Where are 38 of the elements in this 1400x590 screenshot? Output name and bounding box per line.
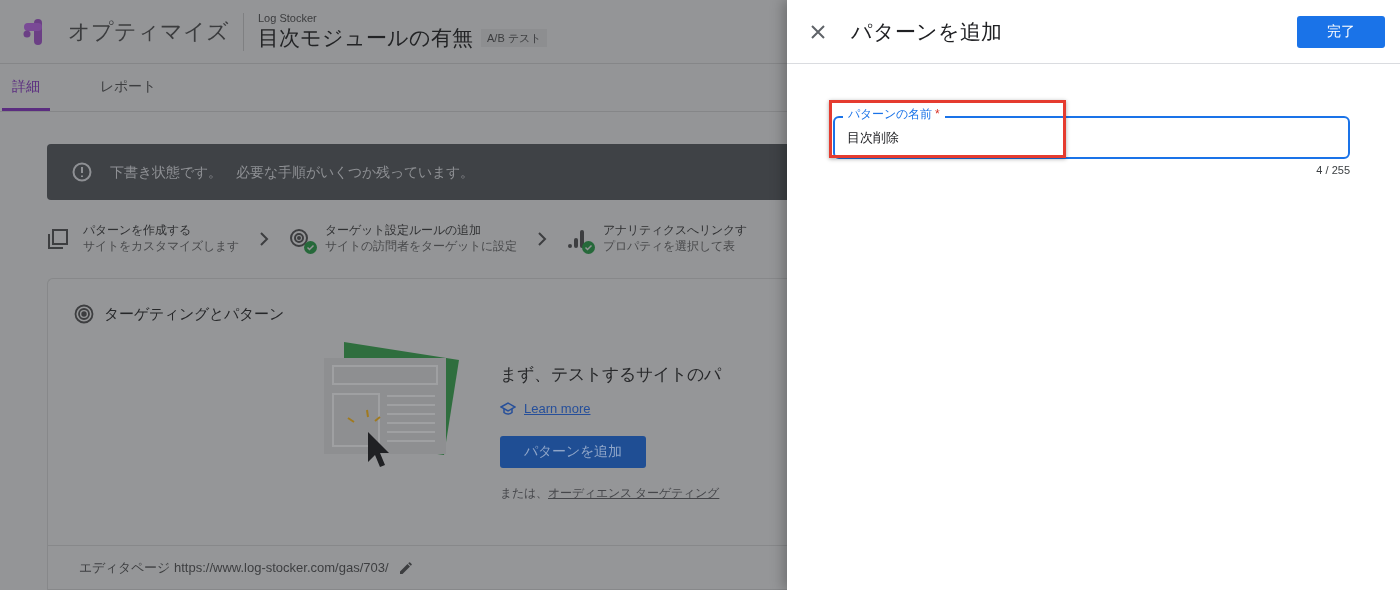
draft-message: 必要な手順がいくつか残っています。: [236, 162, 474, 182]
type-badge: A/B テスト: [481, 28, 547, 48]
pencil-icon[interactable]: [398, 560, 413, 575]
character-counter: 4 / 255: [1316, 163, 1350, 178]
step-subtitle: サイトの訪問者をターゲットに設定: [325, 238, 517, 255]
check-badge-icon: [582, 241, 595, 254]
alert-icon: [72, 162, 92, 182]
product-name: オプティマイズ: [68, 18, 229, 46]
card-heading: まず、テストするサイトのパ: [500, 363, 721, 386]
field-label: パターンの名前 *: [843, 107, 945, 121]
done-button[interactable]: 完了: [1297, 15, 1385, 48]
audience-targeting-link[interactable]: オーディエンス ターゲティング: [548, 483, 720, 502]
alternative-prefix: または、: [500, 484, 548, 502]
check-badge-icon: [304, 241, 317, 254]
step-title: パターンを作成する: [83, 223, 192, 238]
learn-more-link[interactable]: Learn more: [524, 399, 591, 419]
editor-page-url: https://www.log-stocker.com/gas/703/: [174, 558, 389, 577]
drawer-title: パターンを追加: [851, 18, 1002, 45]
add-pattern-button[interactable]: パターンを追加: [500, 435, 646, 468]
card-title: ターゲティングとパターン: [104, 304, 284, 324]
step-title: アナリティクスへリンクす: [603, 223, 747, 238]
target-icon: [289, 228, 311, 250]
target-icon: [74, 304, 94, 325]
close-icon[interactable]: [809, 22, 827, 41]
tab[interactable]: 詳細: [2, 64, 50, 111]
editor-page-label: エディタページ: [79, 558, 170, 577]
step-title: ターゲット設定ルールの追加: [325, 223, 482, 238]
chevron-right-icon: [537, 231, 547, 247]
experiment-title: 目次モジュールの有無: [258, 25, 473, 51]
draft-status: 下書き状態です。: [110, 162, 222, 182]
account-name: Log Stocker: [258, 12, 318, 25]
step-subtitle: プロパティを選択して表: [603, 238, 736, 255]
chevron-right-icon: [259, 231, 269, 247]
pages-icon: [47, 228, 69, 250]
graduation-cap-icon: [500, 401, 516, 416]
tab[interactable]: レポート: [90, 64, 166, 111]
step-subtitle: サイトをカスタマイズします: [83, 238, 239, 255]
pattern-name-input[interactable]: 目次削除: [847, 127, 1348, 148]
